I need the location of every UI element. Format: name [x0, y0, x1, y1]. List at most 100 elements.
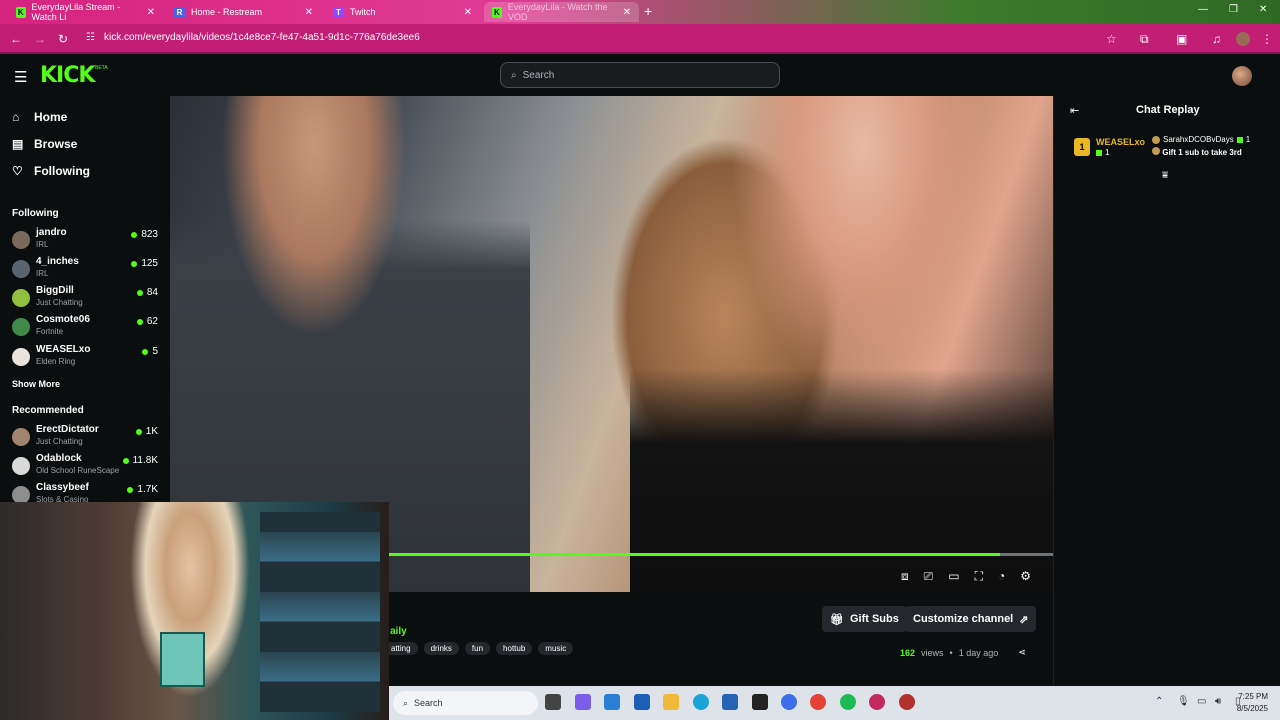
bookmark-star-icon[interactable]: ☆	[1106, 32, 1117, 46]
sidebar-item-following[interactable]: ♡ Following	[12, 164, 90, 178]
copilot-icon[interactable]	[575, 694, 591, 710]
app-icon[interactable]	[604, 694, 620, 710]
user-avatar[interactable]	[1232, 66, 1252, 86]
maximize-icon[interactable]: ❐	[1229, 4, 1238, 15]
theater-mode-icon[interactable]: ▭	[948, 569, 959, 584]
minimize-icon[interactable]: —	[1198, 4, 1208, 15]
close-window-icon[interactable]: ✕	[1259, 4, 1267, 15]
tag-chip[interactable]: fun	[464, 642, 491, 655]
microphone-icon[interactable]: 🎙︎	[1177, 696, 1190, 707]
edge-icon[interactable]	[693, 694, 709, 710]
menu-kebab-icon[interactable]: ⋮	[1261, 32, 1273, 46]
close-tab-icon[interactable]: ✕	[464, 7, 472, 18]
collapse-chat-icon[interactable]: ⇤	[1070, 104, 1079, 117]
sidebar-item-label: Home	[34, 110, 68, 124]
miniplayer-icon[interactable]: ⧈	[901, 569, 909, 584]
runner-entry[interactable]: SarahxDCOBvDays 1	[1152, 135, 1250, 144]
sidebar-item-browse[interactable]: ▤ Browse	[12, 137, 77, 151]
sidebar-item-home[interactable]: ⌂ Home	[12, 110, 67, 124]
leader-name[interactable]: WEASELxo	[1096, 137, 1145, 147]
separator-dot: •	[949, 647, 953, 658]
site-info-icon[interactable]: ☷	[86, 32, 95, 43]
split-view-icon[interactable]: ▣	[1176, 32, 1187, 46]
kick-logo[interactable]: KICK	[40, 63, 95, 88]
recommended-section-title: Recommended	[12, 405, 84, 416]
task-view-icon[interactable]	[545, 694, 561, 710]
browse-icon: ▤	[12, 137, 24, 151]
channel-item-odablock[interactable]: Odablock Old School RuneScape 11.8K	[12, 453, 162, 479]
search-input[interactable]: ⌕ Search	[500, 62, 780, 88]
show-more-link[interactable]: Show More	[12, 379, 60, 389]
tab-everydaylila-stream[interactable]: K EverydayLila Stream - Watch Li ✕	[8, 2, 163, 22]
app-icon[interactable]	[634, 694, 650, 710]
home-icon: ⌂	[12, 110, 20, 124]
profile-avatar[interactable]	[1236, 32, 1250, 46]
clip-icon[interactable]: ⎚	[924, 569, 934, 584]
network-icon[interactable]: ▭	[1197, 696, 1206, 707]
tab-restream[interactable]: R Home - Restream ✕	[166, 2, 321, 22]
channel-item-biggdill[interactable]: BiggDill Just Chatting 84	[12, 285, 162, 311]
channel-item-cosmote06[interactable]: Cosmote06 Fortnite 62	[12, 314, 162, 340]
rank-medal-icon: 1	[1074, 138, 1090, 156]
leader-sub-count: 1	[1096, 148, 1109, 157]
close-tab-icon[interactable]: ✕	[305, 7, 313, 18]
tag-list: atting drinks fun hottub music	[384, 642, 574, 655]
channel-item-erectdictator[interactable]: ErectDictator Just Chatting 1K	[12, 424, 162, 450]
hamburger-menu-icon[interactable]: ☰	[14, 68, 27, 86]
fullscreen-icon[interactable]: ⛶	[975, 569, 983, 584]
volume-icon[interactable]: 🔊︎	[1215, 696, 1221, 707]
store-icon[interactable]	[722, 694, 738, 710]
restream-favicon-icon: R	[174, 6, 185, 18]
tab-everydaylila-vod[interactable]: K EverydayLila - Watch the VOD ✕	[484, 2, 639, 22]
tag-chip[interactable]: music	[538, 642, 574, 655]
settings-gear-icon[interactable]: ⚙	[1020, 569, 1031, 584]
extensions-icon[interactable]: ⧉	[1140, 32, 1149, 47]
customize-channel-button[interactable]: Customize channel ⇗	[905, 606, 1037, 632]
zoom-icon[interactable]	[781, 694, 797, 710]
channel-category: Old School RuneScape	[36, 466, 120, 475]
webcam-card	[160, 632, 205, 687]
reload-icon[interactable]: ↻	[58, 32, 68, 46]
channel-item-weaselxo[interactable]: WEASELxo Elden Ring 5	[12, 344, 162, 370]
new-tab-button[interactable]: +	[644, 3, 652, 19]
gift-subs-button[interactable]: 🎁︎ Gift Subs	[822, 606, 907, 632]
viewer-count: 1.7K	[127, 484, 158, 495]
live-dot-icon	[131, 231, 138, 238]
file-explorer-icon[interactable]	[663, 694, 679, 710]
channel-item-4-inches[interactable]: 4_inches IRL 125	[12, 256, 162, 282]
taskbar-search-input[interactable]: ⌕ Search	[393, 691, 538, 715]
back-icon[interactable]: ←	[10, 32, 22, 46]
media-icon[interactable]: ♫	[1212, 32, 1221, 46]
channel-name: ErectDictator	[36, 424, 99, 435]
playback-speed-icon[interactable]: ◔	[998, 569, 1005, 584]
tab-twitch[interactable]: T Twitch ✕	[325, 2, 480, 22]
external-link-icon: ⇗	[1019, 613, 1029, 626]
spotify-icon[interactable]	[840, 694, 856, 710]
tag-chip[interactable]: atting	[384, 642, 418, 655]
tag-chip[interactable]: hottub	[496, 642, 533, 655]
app-icon[interactable]	[752, 694, 768, 710]
tray-chevron-icon[interactable]: ⌃	[1155, 696, 1163, 707]
expand-leaderboard-icon[interactable]: ⩸	[1162, 170, 1168, 181]
viewer-count: 1K	[135, 426, 158, 437]
tab-label: Twitch	[350, 7, 376, 17]
gift-prompt[interactable]: Gift 1 sub to take 3rd	[1152, 147, 1242, 157]
taskbar-search-placeholder: Search	[414, 698, 443, 708]
avatar	[12, 289, 30, 307]
chrome-icon[interactable]	[810, 694, 826, 710]
taskbar-clock[interactable]: 7:25 PM 8/5/2025	[1237, 691, 1268, 715]
search-placeholder: Search	[522, 69, 555, 81]
close-tab-icon[interactable]: ✕	[147, 7, 155, 18]
close-tab-icon[interactable]: ✕	[623, 7, 631, 18]
viewer-count-value: 84	[146, 287, 158, 298]
tag-chip[interactable]: drinks	[423, 642, 459, 655]
channel-item-jandro[interactable]: jandro IRL 823	[12, 227, 162, 253]
share-icon[interactable]: ⋖	[1018, 647, 1026, 658]
gift-leaderboard: 1 WEASELxo 1 SarahxDCOBvDays 1 Gift 1 sub…	[1070, 132, 1270, 176]
app-icon[interactable]	[899, 694, 915, 710]
forward-icon[interactable]: →	[34, 32, 46, 46]
url-field[interactable]: kick.com/everydaylila/videos/1c4e8ce7-fe…	[104, 32, 420, 43]
chrome-profile-icon[interactable]	[869, 694, 885, 710]
viewer-count-value: 823	[141, 229, 158, 240]
channel-title-fragment[interactable]: aily	[390, 626, 407, 637]
